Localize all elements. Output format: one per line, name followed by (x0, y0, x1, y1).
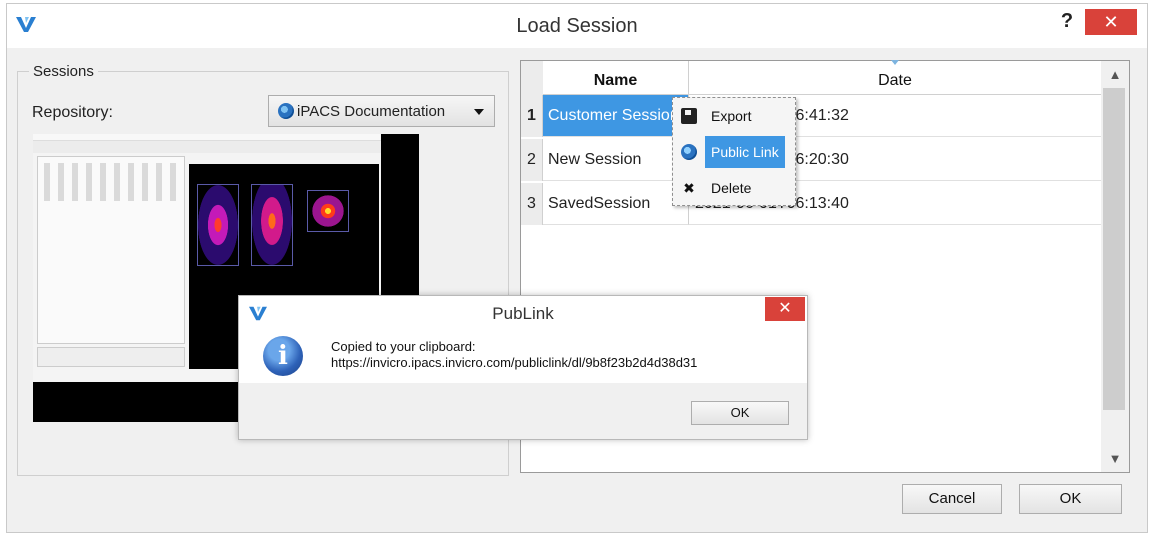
table-corner (521, 61, 544, 95)
column-header-date-label: Date (878, 72, 912, 89)
publink-dialog: PubLink ✕ i Copied to your clipboard: ht… (238, 295, 808, 440)
column-header-date[interactable]: Date (689, 60, 1101, 95)
vertical-scrollbar[interactable]: ▲ ▼ (1101, 61, 1129, 472)
sessions-group-title: Sessions (29, 63, 98, 80)
repository-dropdown[interactable]: iPACS Documentation (268, 95, 495, 127)
scroll-up-icon[interactable]: ▲ (1101, 63, 1129, 87)
dialog-title: PubLink (492, 304, 554, 323)
table-row[interactable]: 2 New Session 2021-06-01T06:20:30 (521, 139, 1101, 181)
preview-operator-panel (37, 156, 185, 344)
preview-toolbar (33, 141, 381, 153)
preview-menubar (33, 134, 381, 141)
table-row[interactable]: 1 Customer Session 2021-06-01T06:41:32 (521, 95, 1101, 137)
close-button[interactable]: ✕ (1085, 9, 1137, 35)
ok-button[interactable]: OK (1019, 484, 1122, 514)
menu-item-delete[interactable]: ✖ Delete (675, 172, 793, 204)
sort-indicator-icon (891, 60, 899, 65)
menu-item-label: Public Link (705, 136, 785, 168)
preview-scan-image (251, 184, 293, 266)
menu-item-export[interactable]: Export (675, 100, 793, 132)
cancel-button[interactable]: Cancel (902, 484, 1002, 514)
repository-label: Repository: (32, 104, 113, 121)
repository-value: iPACS Documentation (297, 103, 446, 120)
column-header-name[interactable]: Name (543, 61, 689, 95)
dialog-ok-button[interactable]: OK (691, 401, 789, 425)
row-number: 1 (521, 95, 543, 137)
public-link-url: https://invicro.ipacs.invicro.com/public… (331, 355, 698, 370)
chevron-down-icon (474, 109, 484, 115)
row-number: 2 (521, 139, 543, 181)
dialog-close-button[interactable]: ✕ (765, 297, 805, 321)
title-bar: Load Session ? ✕ (7, 4, 1147, 48)
delete-icon: ✖ (683, 180, 695, 196)
preview-tool-grid (44, 163, 178, 201)
window-title: Load Session (516, 15, 638, 37)
dialog-message: Copied to your clipboard: https://invicr… (331, 339, 697, 371)
scroll-down-icon[interactable]: ▼ (1101, 447, 1129, 471)
context-menu: Export Public Link ✖ Delete (672, 97, 796, 206)
scrollbar-thumb[interactable] (1103, 88, 1125, 410)
dialog-message-line: Copied to your clipboard: (331, 339, 476, 354)
preview-scan-image (197, 184, 239, 266)
table-row[interactable]: 3 SavedSession 2021-06-01T06:13:40 (521, 183, 1101, 225)
preview-roi-panel (37, 347, 185, 367)
ipacs-icon (278, 103, 294, 119)
dialog-title-bar: PubLink ✕ (239, 296, 807, 329)
dialog-message-area: i Copied to your clipboard: https://invi… (239, 329, 807, 383)
menu-item-label: Delete (711, 180, 752, 196)
session-name-cell[interactable]: New Session (543, 139, 689, 181)
session-name-cell[interactable]: Customer Session (543, 95, 689, 137)
row-number: 3 (521, 183, 543, 225)
info-icon: i (263, 336, 303, 376)
session-name-cell[interactable]: SavedSession (543, 183, 689, 225)
public-link-icon (681, 144, 697, 160)
help-button[interactable]: ? (1056, 10, 1078, 34)
menu-item-label: Export (711, 108, 752, 124)
preview-scan-image (307, 190, 349, 232)
menu-item-public-link[interactable]: Public Link (675, 136, 793, 168)
save-icon (681, 108, 697, 124)
